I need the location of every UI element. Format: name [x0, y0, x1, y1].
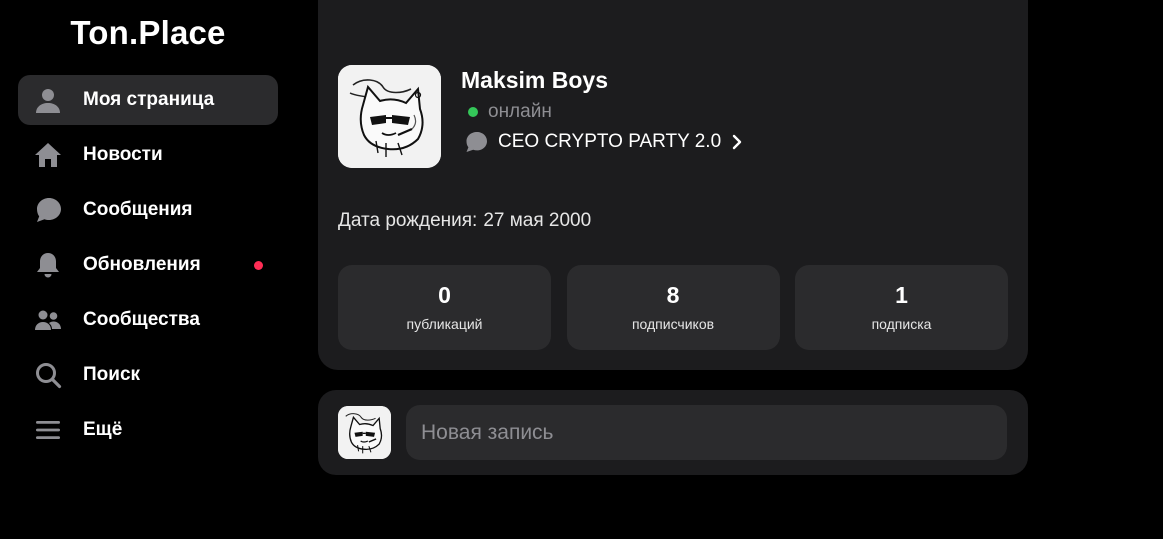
- new-post-input[interactable]: [406, 405, 1007, 460]
- notification-dot: [254, 261, 263, 270]
- people-icon: [33, 305, 63, 335]
- bell-icon: [33, 250, 63, 280]
- sidebar-item-label: Моя страница: [83, 89, 215, 110]
- profile-stats: 0 публикаций 8 подписчиков 1 подписка: [338, 265, 1008, 350]
- sidebar-item-label: Новости: [83, 144, 163, 165]
- stat-label: подписчиков: [631, 316, 715, 332]
- chevron-right-icon: [731, 134, 743, 150]
- person-icon: [33, 85, 63, 115]
- sidebar-item-label: Обновления: [83, 254, 201, 275]
- chat-bubble-icon: [464, 130, 488, 154]
- menu-icon: [33, 415, 63, 445]
- stat-value: 1: [895, 282, 908, 308]
- stat-label: публикаций: [406, 316, 483, 332]
- sidebar-item-label: Ещё: [83, 419, 123, 440]
- stat-value: 8: [666, 282, 680, 308]
- avatar[interactable]: [338, 406, 391, 459]
- chat-bubble-icon: [33, 195, 63, 225]
- avatar[interactable]: [338, 65, 441, 168]
- cat-avatar-image: [338, 65, 441, 168]
- stat-publications[interactable]: 0 публикаций: [338, 265, 551, 350]
- online-indicator: [468, 107, 478, 117]
- stat-followers[interactable]: 8 подписчиков: [566, 265, 780, 350]
- birth-date-label: Дата рождения:: [338, 210, 478, 231]
- cat-avatar-image: [338, 406, 391, 459]
- sidebar-nav: Моя страница Новости Сообщения Обновлени…: [18, 75, 278, 460]
- bio-text: CEO CRYPTO PARTY 2.0: [498, 131, 722, 152]
- sidebar-item-label: Сообщения: [83, 199, 193, 220]
- sidebar-item-messages[interactable]: Сообщения: [18, 185, 278, 235]
- sidebar-item-updates[interactable]: Обновления: [18, 240, 278, 290]
- sidebar-item-more[interactable]: Ещё: [18, 405, 278, 455]
- status-text: онлайн: [488, 101, 552, 122]
- stat-value: 0: [438, 282, 451, 308]
- sidebar-item-my-page[interactable]: Моя страница: [18, 75, 278, 125]
- home-icon: [33, 140, 63, 170]
- sidebar-item-label: Сообщества: [83, 309, 200, 330]
- profile-name: Maksim Boys: [461, 67, 609, 93]
- stat-label: подписка: [871, 316, 932, 332]
- sidebar-item-label: Поиск: [83, 364, 141, 385]
- online-status: онлайн: [468, 101, 552, 123]
- birth-date: Дата рождения: 27 мая 2000: [338, 210, 591, 232]
- sidebar-item-communities[interactable]: Сообщества: [18, 295, 278, 345]
- stat-following[interactable]: 1 подписка: [795, 265, 1008, 350]
- search-icon: [33, 360, 63, 390]
- profile-card: Maksim Boys онлайн CEO CRYPTO PARTY 2.0 …: [318, 0, 1028, 370]
- app-logo[interactable]: Ton.Place: [0, 14, 296, 52]
- birth-date-value: 27 мая 2000: [483, 210, 592, 231]
- sidebar-item-news[interactable]: Новости: [18, 130, 278, 180]
- new-post-composer: [318, 390, 1028, 475]
- sidebar-item-search[interactable]: Поиск: [18, 350, 278, 400]
- profile-bio-link[interactable]: CEO CRYPTO PARTY 2.0: [464, 130, 743, 154]
